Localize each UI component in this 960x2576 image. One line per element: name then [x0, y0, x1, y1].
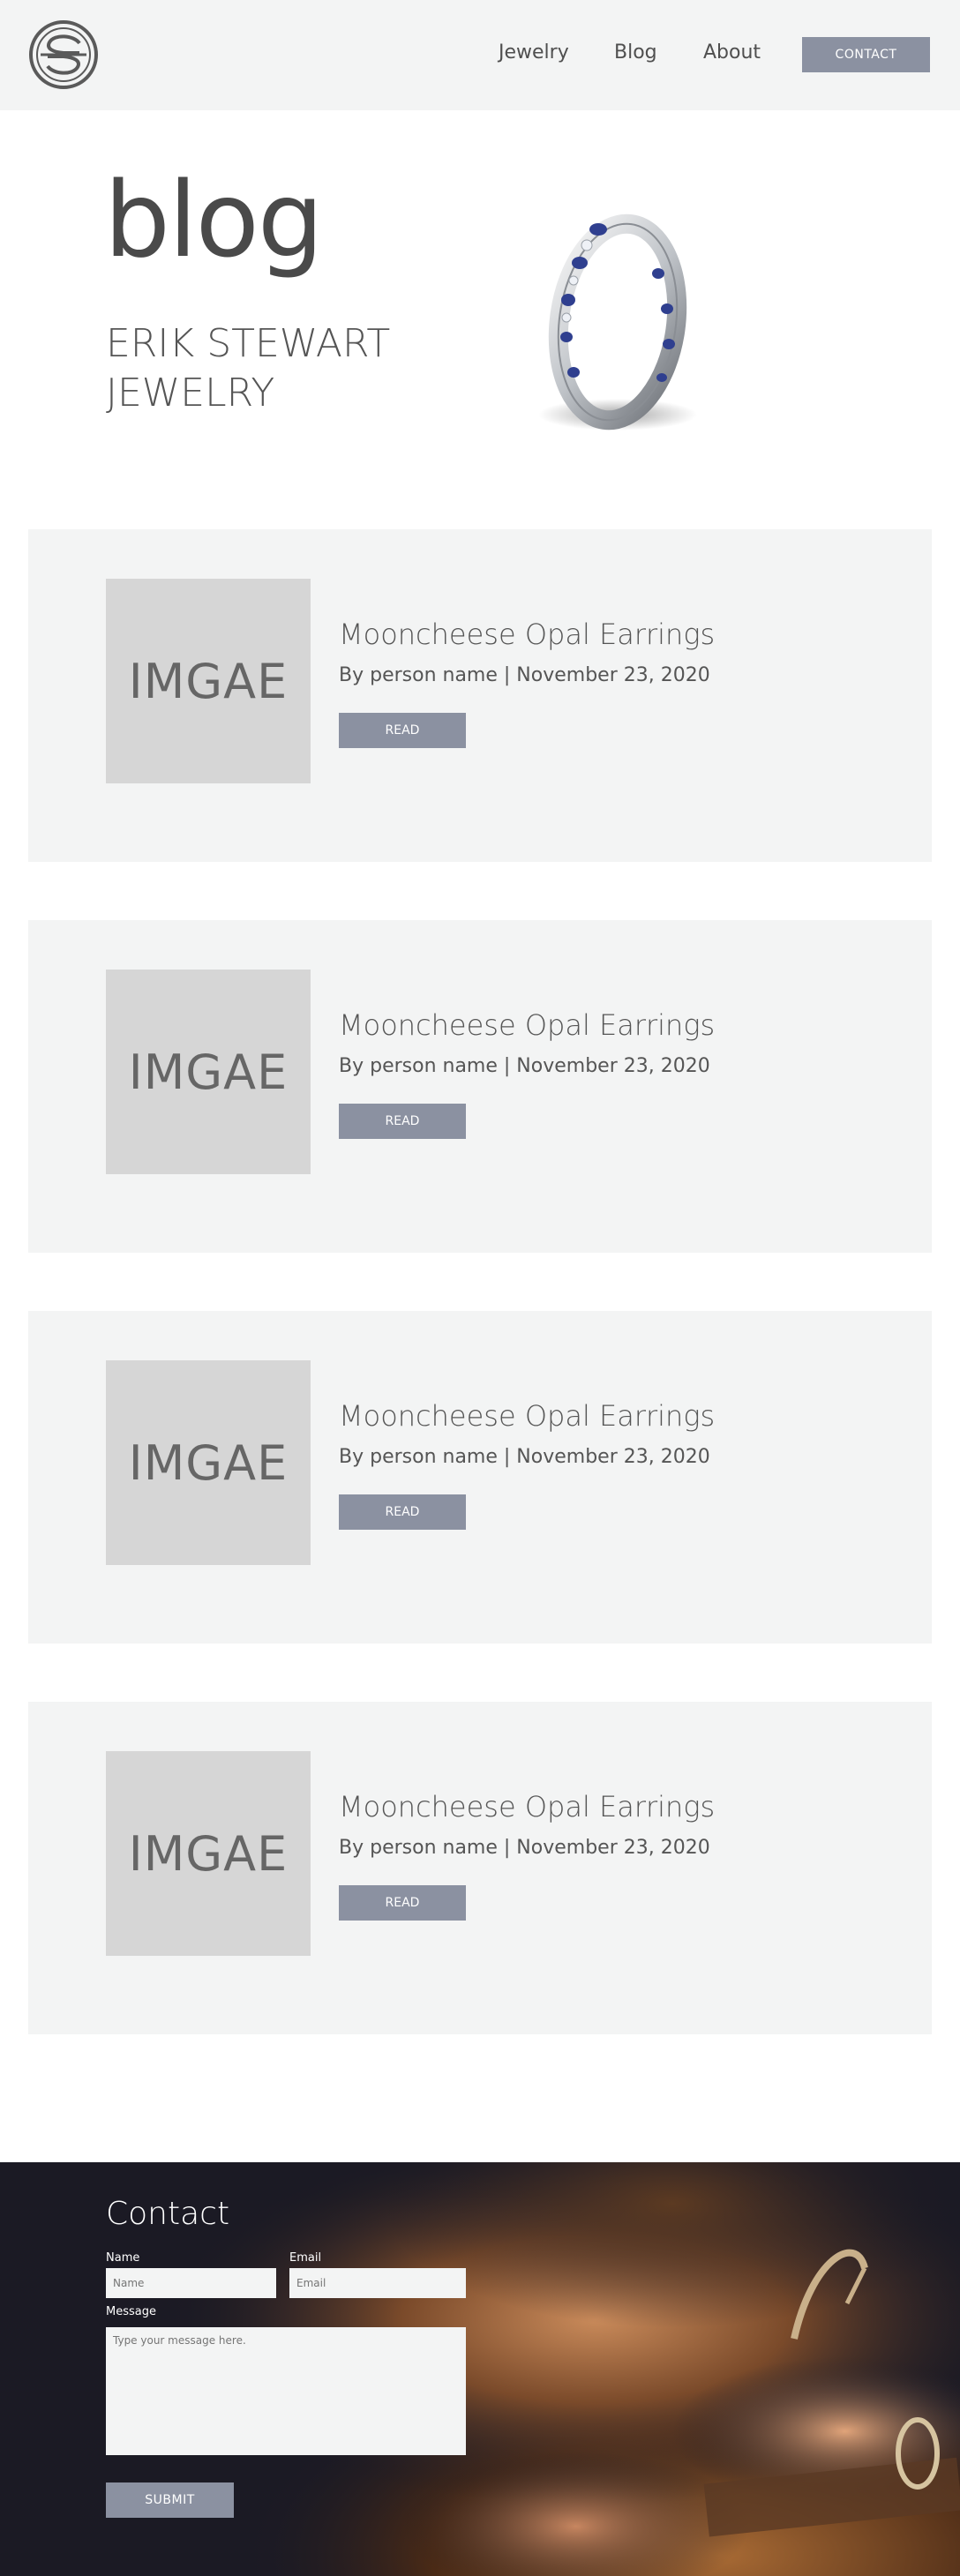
subtitle-line-2: JEWELRY: [106, 371, 275, 416]
post-image-placeholder[interactable]: IMGAE: [106, 970, 311, 1174]
nav-about[interactable]: About: [703, 41, 761, 64]
site-header: Jewelry Blog About CONTACT: [0, 0, 960, 110]
nav-jewelry[interactable]: Jewelry: [499, 41, 569, 64]
name-field[interactable]: [106, 2268, 276, 2298]
post-meta: By person name | November 23, 2020: [339, 1446, 710, 1468]
post-meta: By person name | November 23, 2020: [339, 1055, 710, 1077]
contact-title: Contact: [106, 2196, 230, 2232]
ring-image: [538, 213, 697, 431]
email-label: Email: [289, 2251, 322, 2265]
post-title[interactable]: Mooncheese Opal Earrings: [339, 1790, 715, 1823]
blog-card: IMGAE Mooncheese Opal Earrings By person…: [28, 529, 932, 862]
message-label: Message: [106, 2305, 156, 2318]
blog-card: IMGAE Mooncheese Opal Earrings By person…: [28, 1311, 932, 1644]
contact-button[interactable]: CONTACT: [802, 37, 930, 72]
name-label: Name: [106, 2251, 140, 2265]
post-meta: By person name | November 23, 2020: [339, 1837, 710, 1859]
post-title[interactable]: Mooncheese Opal Earrings: [339, 1399, 715, 1433]
blog-card: IMGAE Mooncheese Opal Earrings By person…: [28, 920, 932, 1253]
contact-section: Contact Name Email Message SUBMIT: [0, 2162, 960, 2576]
read-button[interactable]: READ: [339, 1494, 466, 1530]
page-title: blog: [104, 159, 324, 281]
read-button[interactable]: READ: [339, 713, 466, 748]
nav-blog[interactable]: Blog: [614, 41, 657, 64]
email-field[interactable]: [289, 2268, 466, 2298]
logo-icon[interactable]: [28, 19, 99, 90]
blog-card: IMGAE Mooncheese Opal Earrings By person…: [28, 1702, 932, 2034]
submit-button[interactable]: SUBMIT: [106, 2482, 234, 2518]
brand-subtitle: ERIK STEWART JEWELRY: [106, 319, 476, 418]
post-image-placeholder[interactable]: IMGAE: [106, 1360, 311, 1565]
message-field[interactable]: [106, 2327, 466, 2455]
subtitle-line-1: ERIK STEWART: [106, 321, 391, 366]
read-button[interactable]: READ: [339, 1104, 466, 1139]
post-image-placeholder[interactable]: IMGAE: [106, 1751, 311, 1956]
post-meta: By person name | November 23, 2020: [339, 664, 710, 686]
post-title[interactable]: Mooncheese Opal Earrings: [339, 618, 715, 651]
read-button[interactable]: READ: [339, 1885, 466, 1921]
post-image-placeholder[interactable]: IMGAE: [106, 579, 311, 783]
post-title[interactable]: Mooncheese Opal Earrings: [339, 1008, 715, 1042]
